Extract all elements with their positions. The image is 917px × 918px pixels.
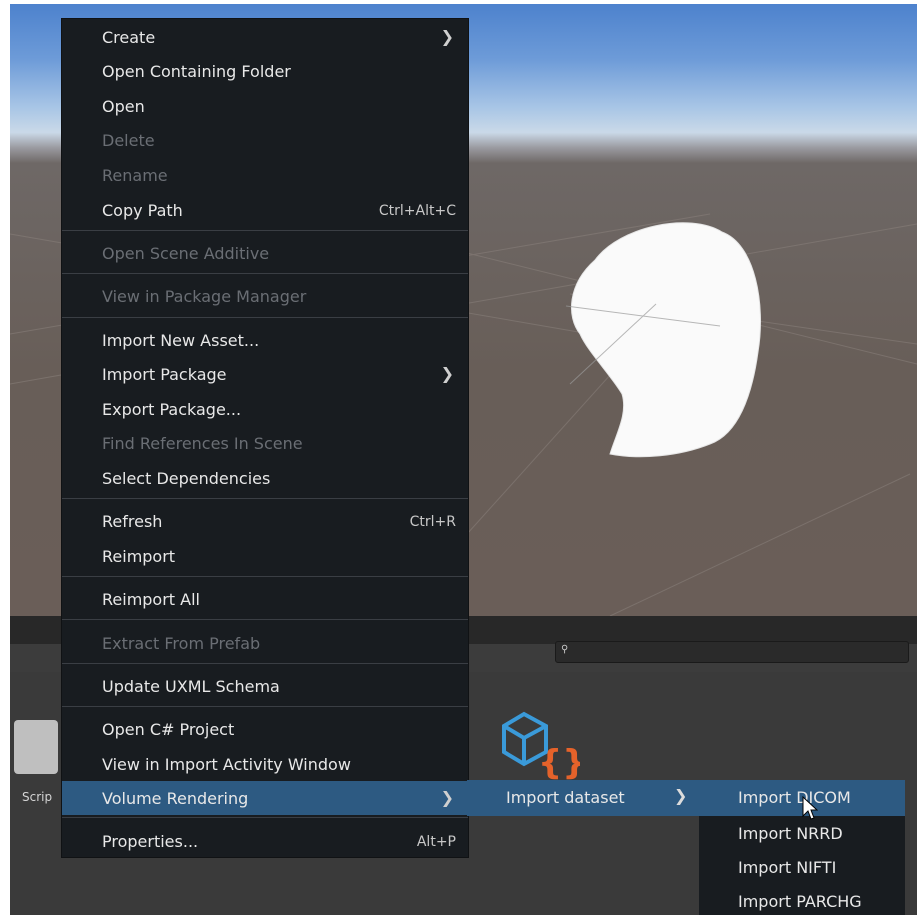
menu-item-label: Import DICOM: [738, 788, 851, 807]
menu-item-label: Import Package: [102, 365, 227, 384]
folder-icon[interactable]: [14, 720, 58, 774]
menu-separator: [62, 317, 468, 318]
search-icon: ⚲: [561, 644, 569, 655]
menu-item-label: Create: [102, 28, 156, 47]
volume-rendered-object: [570, 222, 761, 458]
menu-item-import-package[interactable]: Import Package ❯: [62, 358, 468, 390]
menu-item-volume-rendering[interactable]: Volume Rendering ❯: [62, 781, 468, 815]
menu-item-label: Reimport: [102, 547, 176, 566]
menu-item-label: View in Import Activity Window: [102, 755, 351, 774]
menu-item-label: Open Containing Folder: [102, 62, 291, 81]
menu-separator: [62, 576, 468, 577]
menu-item-find-references-in-scene: Find References In Scene: [62, 427, 468, 459]
chevron-right-icon: ❯: [440, 27, 454, 46]
chevron-right-icon: ❯: [440, 788, 454, 807]
menu-item-open-scene-additive: Open Scene Additive: [62, 237, 468, 269]
menu-item-label: Open: [102, 97, 145, 116]
folder-label[interactable]: Scrip: [22, 790, 52, 804]
menu-item-label: Properties...: [102, 832, 199, 851]
menu-item-copy-path[interactable]: Copy Path Ctrl+Alt+C: [62, 194, 468, 226]
menu-item-update-uxml-schema[interactable]: Update UXML Schema: [62, 670, 468, 702]
menu-item-label: Import dataset: [506, 788, 625, 807]
menu-item-create[interactable]: Create ❯: [62, 21, 468, 53]
menu-item-open-containing-folder[interactable]: Open Containing Folder: [62, 55, 468, 87]
menu-separator: [62, 230, 468, 231]
menu-item-label: Open C# Project: [102, 720, 235, 739]
menu-item-import-nifti[interactable]: Import NIFTI: [699, 850, 905, 884]
menu-separator: [62, 273, 468, 274]
menu-item-open[interactable]: Open: [62, 90, 468, 122]
script-asset-icon[interactable]: {}: [500, 708, 580, 780]
mouse-cursor-icon: [802, 796, 818, 820]
menu-item-import-new-asset[interactable]: Import New Asset...: [62, 324, 468, 356]
menu-item-select-dependencies[interactable]: Select Dependencies: [62, 462, 468, 494]
menu-item-refresh[interactable]: Refresh Ctrl+R: [62, 505, 468, 537]
menu-item-label: Select Dependencies: [102, 469, 271, 488]
menu-item-label: Import NIFTI: [738, 858, 837, 877]
svg-text:{}: {}: [538, 743, 580, 780]
menu-item-import-dataset[interactable]: Import dataset ❯: [467, 780, 699, 816]
menu-item-shortcut: Ctrl+R: [409, 514, 456, 530]
menu-item-reimport[interactable]: Reimport: [62, 540, 468, 572]
menu-item-label: Rename: [102, 166, 168, 185]
menu-separator: [62, 619, 468, 620]
menu-item-label: Import New Asset...: [102, 331, 260, 350]
menu-item-extract-from-prefab: Extract From Prefab: [62, 627, 468, 659]
menu-item-label: Find References In Scene: [102, 434, 303, 453]
chevron-right-icon: ❯: [440, 364, 454, 383]
menu-separator: [62, 706, 468, 707]
menu-item-label: Delete: [102, 131, 155, 150]
menu-separator: [62, 663, 468, 664]
menu-item-label: Export Package...: [102, 400, 242, 419]
menu-item-label: Update UXML Schema: [102, 677, 280, 696]
menu-item-label: Copy Path: [102, 201, 183, 220]
menu-item-export-package[interactable]: Export Package...: [62, 393, 468, 425]
menu-item-view-in-package-manager: View in Package Manager: [62, 280, 468, 312]
menu-item-label: Volume Rendering: [102, 789, 249, 808]
menu-item-view-in-import-activity-window[interactable]: View in Import Activity Window: [62, 748, 468, 780]
menu-separator: [62, 498, 468, 499]
menu-item-label: Import NRRD: [738, 824, 843, 843]
project-search-input[interactable]: ⚲: [555, 641, 909, 663]
menu-item-label: Import PARCHG: [738, 892, 862, 911]
menu-item-properties[interactable]: Properties... Alt+P: [62, 825, 468, 857]
menu-item-import-parchg[interactable]: Import PARCHG: [699, 884, 905, 918]
menu-item-delete: Delete: [62, 124, 468, 156]
menu-item-shortcut: Ctrl+Alt+C: [378, 203, 456, 219]
menu-item-label: Open Scene Additive: [102, 244, 270, 263]
menu-item-label: View in Package Manager: [102, 287, 307, 306]
context-menu: Create ❯ Open Containing Folder Open Del…: [61, 18, 469, 858]
menu-item-label: Refresh: [102, 512, 163, 531]
menu-item-label: Reimport All: [102, 590, 200, 609]
menu-separator: [62, 817, 468, 818]
menu-item-open-csharp-project[interactable]: Open C# Project: [62, 713, 468, 745]
menu-item-shortcut: Alt+P: [416, 834, 456, 850]
menu-item-label: Extract From Prefab: [102, 634, 261, 653]
menu-item-reimport-all[interactable]: Reimport All: [62, 583, 468, 615]
menu-item-rename: Rename: [62, 159, 468, 191]
volume-rendering-submenu: Import dataset ❯: [467, 780, 699, 816]
chevron-right-icon: ❯: [674, 786, 688, 805]
